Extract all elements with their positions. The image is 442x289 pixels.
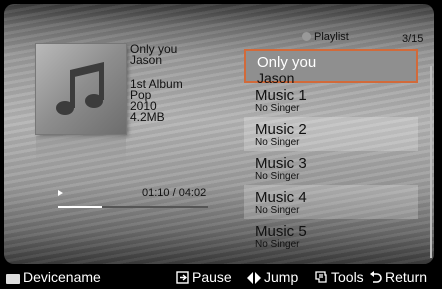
playlist-icon	[302, 32, 311, 41]
playlist-counter: 3/15	[402, 33, 424, 45]
playlist-item-title: Only you	[257, 54, 317, 71]
music-note-icon	[56, 62, 104, 115]
playlist-item[interactable]: Music 1 No Singer	[244, 83, 418, 117]
enter-icon	[176, 271, 189, 284]
playlist-item-title: Music 1	[255, 87, 307, 104]
playlist-item-title: Music 3	[255, 155, 307, 172]
playlist-item[interactable]: Music 4 No Singer	[244, 185, 418, 219]
playlist-item-title: Music 5	[255, 223, 307, 240]
playlist-item[interactable]: Only you Jason	[244, 49, 418, 86]
tools-icon	[315, 271, 327, 283]
playlist-item-title: Music 4	[255, 189, 307, 206]
left-right-arrows-icon	[247, 272, 261, 284]
pause-label: Pause	[192, 269, 232, 285]
playlist-item-subtitle: No Singer	[255, 137, 300, 148]
return-button[interactable]: Return	[370, 269, 427, 285]
playlist-scrollbar[interactable]	[430, 66, 432, 258]
track-info: Only you Jason 1st Album Pop 2010 4.2MB	[130, 43, 183, 124]
playlist-item[interactable]: Music 3 No Singer	[244, 151, 418, 185]
playlist-header: Playlist	[302, 31, 349, 43]
playlist-item-subtitle: No Singer	[255, 239, 300, 250]
playlist-item[interactable]: Music 2 No Singer	[244, 117, 418, 151]
album-art-reflection	[36, 136, 126, 164]
return-label: Return	[385, 269, 428, 285]
device-button[interactable]: Devicename	[6, 269, 101, 285]
progress-bar[interactable]	[58, 206, 208, 208]
media-player-screen: Only you Jason 1st Album Pop 2010 4.2MB …	[4, 4, 434, 264]
playlist-item-subtitle: No Singer	[255, 205, 300, 216]
album-art	[36, 44, 126, 134]
tools-label: Tools	[331, 269, 364, 285]
progress-bar-fill	[58, 206, 102, 208]
tools-button[interactable]: Tools	[314, 269, 364, 285]
footer-bar: Devicename Pause Jump Tools Return	[0, 266, 442, 289]
playlist-label: Playlist	[314, 31, 349, 43]
playlist-item-subtitle: No Singer	[255, 171, 300, 182]
pause-button[interactable]: Pause	[176, 269, 232, 285]
play-icon	[58, 190, 63, 196]
playlist-item[interactable]: Music 5 No Singer	[244, 219, 418, 253]
track-size: 4.2MB	[130, 110, 165, 124]
return-icon	[370, 271, 382, 283]
playlist-item-subtitle: No Singer	[255, 103, 300, 114]
device-icon	[6, 274, 20, 284]
track-artist: Jason	[130, 53, 163, 67]
device-label: Devicename	[23, 269, 101, 285]
playback-time: 01:10 / 04:02	[142, 187, 207, 199]
playlist-item-title: Music 2	[255, 121, 307, 138]
jump-button[interactable]: Jump	[247, 269, 298, 285]
jump-label: Jump	[264, 269, 299, 285]
playlist: Only you Jason Music 1 No Singer Music 2…	[244, 49, 418, 253]
